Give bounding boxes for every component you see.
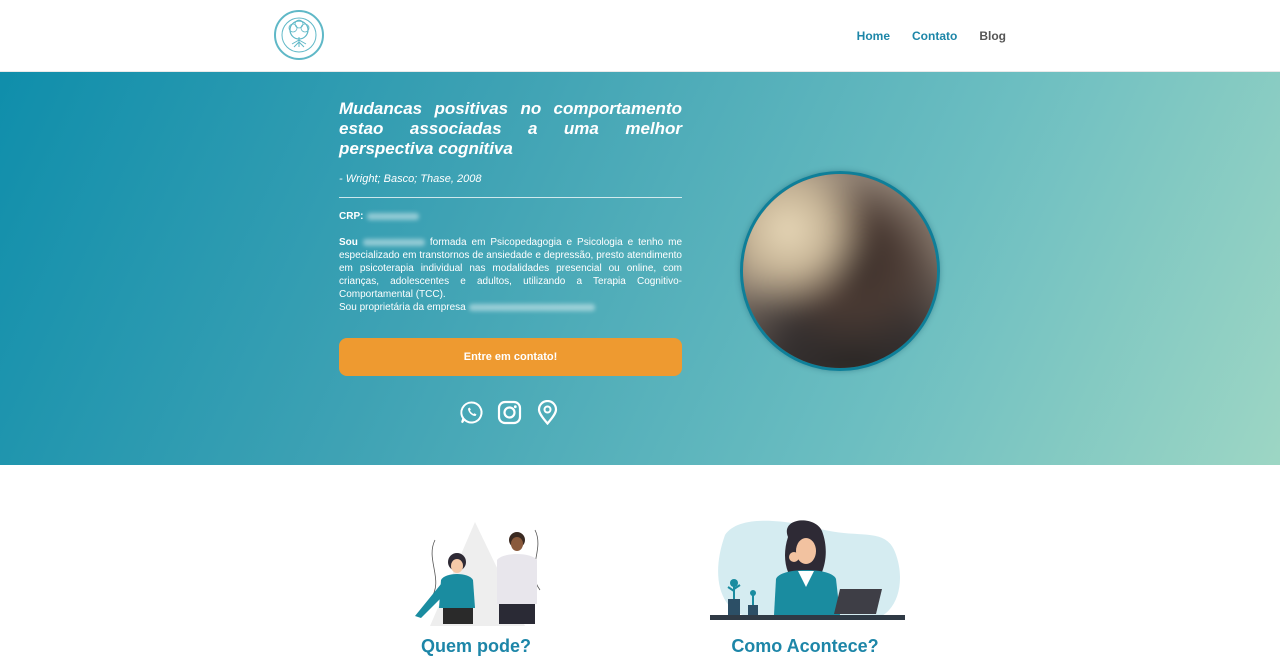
contact-cta-button[interactable]: Entre em contato!	[339, 338, 682, 376]
bio-owner-text: Sou proprietária da empresa	[339, 302, 466, 313]
woman-phone-illustration	[710, 517, 905, 634]
redacted-name	[362, 238, 425, 246]
instagram-icon[interactable]	[497, 400, 522, 425]
social-links	[459, 399, 560, 426]
profile-photo	[740, 171, 940, 371]
features-section: Quem pode? Como Acontece?	[0, 465, 1280, 660]
quote-citation: - Wright; Basco; Thase, 2008	[339, 173, 482, 185]
redacted-crp-number	[367, 213, 420, 220]
nav-home-link[interactable]: Home	[857, 29, 890, 43]
site-header: Home Contato Blog	[0, 0, 1280, 72]
bio-paragraph: Sou formada em Psicopedagogia e Psicolog…	[339, 236, 682, 314]
hero-text-column: Mudancas positivas no comportamento esta…	[339, 72, 682, 314]
bio-main-text: formada em Psicopedagogia e Psicologia e…	[339, 237, 683, 300]
feature-title-como-acontece: Como Acontece?	[731, 636, 879, 656]
redacted-company-name	[468, 303, 595, 311]
whatsapp-icon[interactable]	[459, 400, 484, 425]
feature-title-quem-pode: Quem pode?	[420, 636, 531, 656]
crp-line: CRP:	[339, 211, 682, 222]
nav-contato-link[interactable]: Contato	[912, 29, 957, 43]
nav-blog-link[interactable]: Blog	[979, 29, 1006, 43]
hero-section: Mudancas positivas no comportamento esta…	[0, 72, 1280, 465]
crp-label: CRP:	[339, 211, 364, 222]
people-illustration	[405, 520, 550, 631]
map-pin-icon[interactable]	[535, 399, 560, 426]
main-nav: Home Contato Blog	[857, 29, 1006, 43]
hero-quote: Mudancas positivas no comportamento esta…	[339, 99, 682, 158]
divider	[339, 197, 682, 198]
tree-logo-icon[interactable]	[274, 10, 324, 60]
bio-sou: Sou	[339, 237, 358, 248]
